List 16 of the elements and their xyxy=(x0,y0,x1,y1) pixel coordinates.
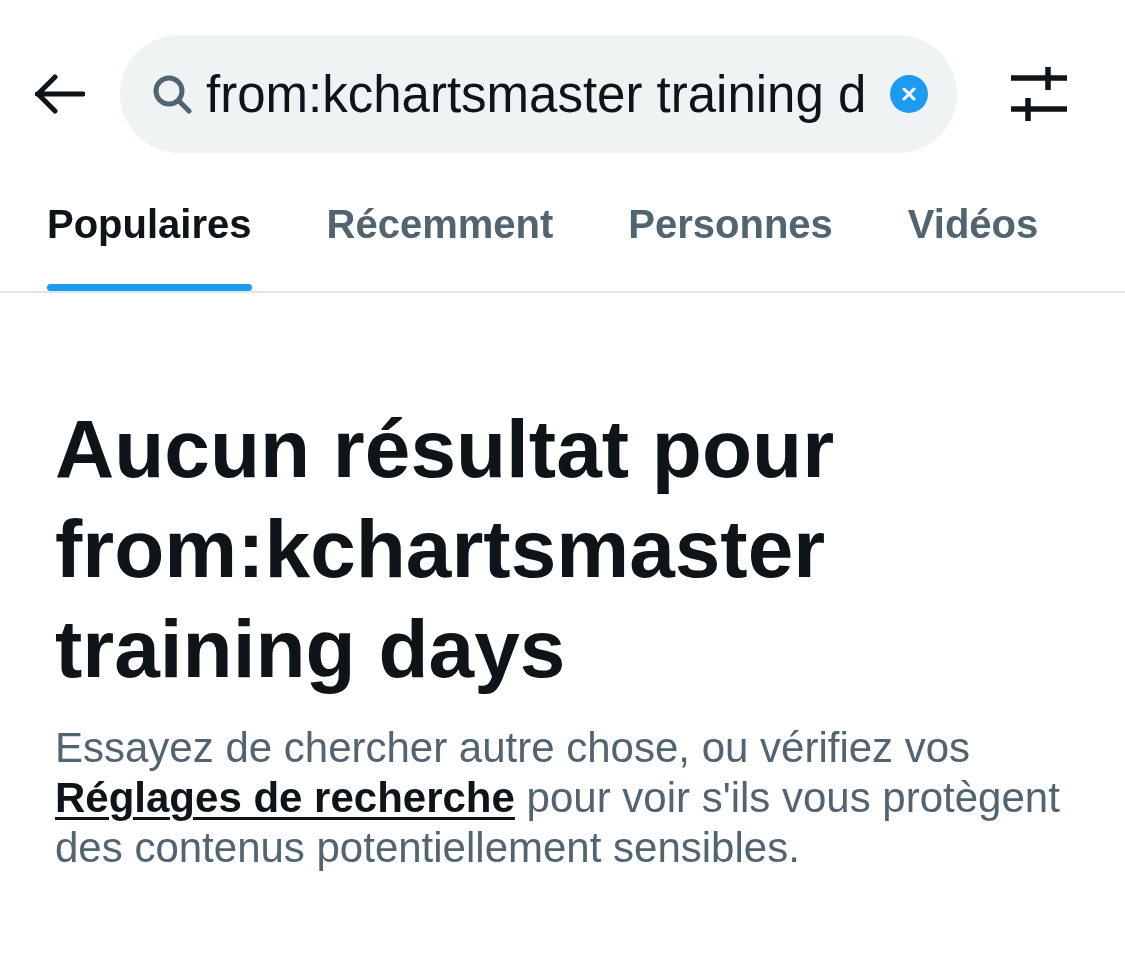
sliders-icon xyxy=(1011,66,1067,122)
no-results-heading: Aucun résultat pour from:kchartsmaster training days xyxy=(55,402,836,696)
filter-button[interactable] xyxy=(1011,66,1067,122)
tab[interactable]: Populaires xyxy=(33,153,266,291)
back-button[interactable] xyxy=(35,74,85,114)
search-field[interactable]: from:kchartsmaster training d xyxy=(120,35,957,153)
tab[interactable]: Vidéos xyxy=(893,153,1053,291)
tab[interactable]: Personnes xyxy=(614,153,847,291)
search-icon xyxy=(152,74,192,114)
back-arrow-icon xyxy=(35,74,85,114)
search-settings-link[interactable]: Réglages de recherche xyxy=(55,774,515,821)
no-results-message: Essayez de chercher autre chose, ou vérifiez vos Réglages de recherche pour voir s'ils vous protègent des contenus potentiellement sensibles. xyxy=(55,723,1061,873)
tab[interactable]: Récemment xyxy=(312,153,568,291)
clear-search-button[interactable] xyxy=(890,75,928,113)
close-icon xyxy=(902,87,916,101)
search-input[interactable]: from:kchartsmaster training d xyxy=(206,64,884,124)
